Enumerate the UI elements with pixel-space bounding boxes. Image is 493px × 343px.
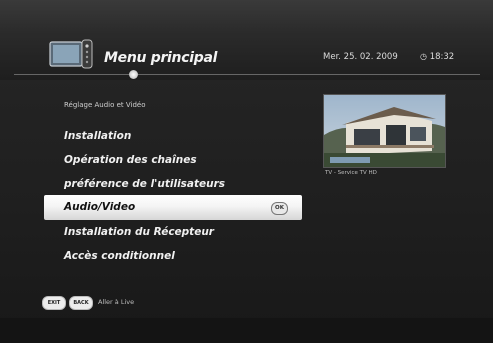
ok-button-icon: OK: [271, 202, 288, 215]
clock-display: ◷ 18:32: [420, 52, 454, 62]
menu-item-user-preferences[interactable]: préférence de l'utilisateurs: [64, 178, 225, 190]
tv-remote-icon: [49, 39, 93, 69]
menu-item-audio-video[interactable]: Audio/Video OK: [44, 195, 302, 220]
page-title: Menu principal: [104, 50, 218, 66]
time-text: 18:32: [429, 52, 455, 62]
live-tv-preview: [323, 94, 446, 168]
date-display: Mer. 25. 02. 2009: [323, 52, 398, 62]
back-key-icon: BACK: [69, 296, 93, 310]
menu-item-conditional-access[interactable]: Accès conditionnel: [64, 250, 175, 262]
menu-item-receiver-installation[interactable]: Installation du Récepteur: [64, 226, 214, 238]
tv-menu-screen: Menu principal Mer. 25. 02. 2009 ◷ 18:32…: [0, 0, 493, 343]
exit-key-icon: EXIT: [42, 296, 66, 310]
menu-item-channel-operation[interactable]: Opération des chaînes: [64, 154, 197, 166]
section-title: Réglage Audio et Vidéo: [64, 101, 146, 109]
divider-marker: [129, 70, 138, 79]
menu-item-label: Audio/Video: [64, 201, 136, 213]
preview-caption: TV - Service TV HD: [325, 170, 377, 176]
footer-hint-text: Aller à Live: [98, 298, 135, 306]
clock-icon: ◷: [420, 52, 427, 61]
menu-item-installation[interactable]: Installation: [64, 130, 131, 142]
header-divider: [14, 74, 480, 75]
bottom-band: [0, 318, 493, 343]
